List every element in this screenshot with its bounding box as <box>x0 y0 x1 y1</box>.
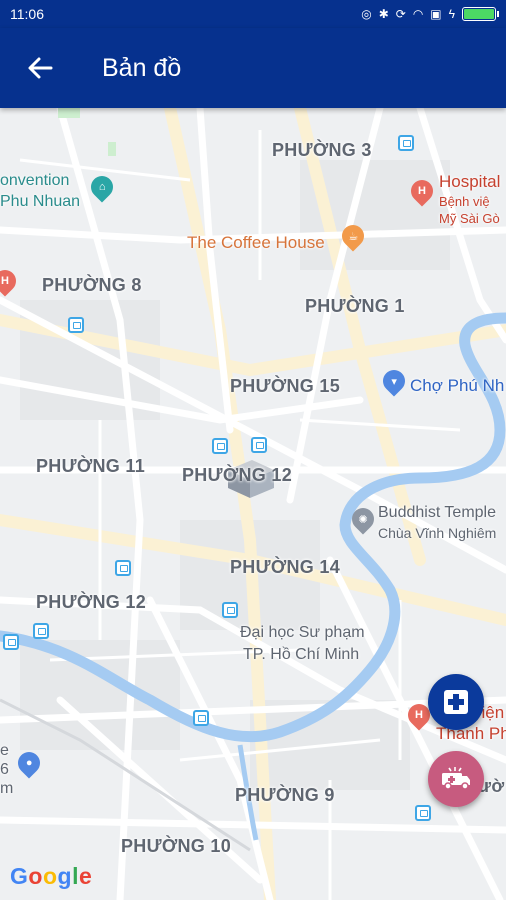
ward-label: PHƯỜNG 12 <box>182 465 293 485</box>
ward-label: PHƯỜNG 1 <box>305 296 405 316</box>
ward-label: PHƯỜNG 12 <box>36 592 147 612</box>
poi-label: 6 <box>0 761 9 778</box>
status-time: 11:06 <box>10 6 44 22</box>
poi-label: The Coffee House <box>187 233 325 252</box>
poi-label: e <box>0 742 9 759</box>
poi-label: Đại học Sư phạm <box>240 624 365 641</box>
charging-icon: ϟ <box>448 7 455 21</box>
bus-stop-icon[interactable] <box>222 602 238 618</box>
ward-label: PHƯỜNG 9 <box>235 785 335 805</box>
ward-label: PHƯỜNG 10 <box>121 836 232 856</box>
battery-icon <box>462 7 499 21</box>
bus-stop-icon[interactable] <box>193 710 209 726</box>
ward-label: PHƯỜNG 3 <box>272 140 372 160</box>
bus-stop-icon[interactable] <box>212 438 228 454</box>
bus-stop-icon[interactable] <box>3 634 19 650</box>
poi-label: Chợ Phú Nh <box>410 376 505 395</box>
poi-label: Phu Nhuan <box>0 193 81 210</box>
google-logo: Google <box>10 863 93 889</box>
bus-stop-icon[interactable] <box>415 805 431 821</box>
status-bar: 11:06 ◎ ✱ ⟳ ◠ ▣ ϟ <box>0 0 506 28</box>
arrow-back-icon <box>28 57 53 79</box>
sim-icon: ▣ <box>430 7 442 21</box>
app-bar: Bản đồ <box>0 28 506 108</box>
bus-stop-icon[interactable] <box>68 317 84 333</box>
bus-stop-icon[interactable] <box>398 135 414 151</box>
poi-label: m <box>0 780 14 797</box>
bus-stop-icon[interactable] <box>115 560 131 576</box>
ward-label: PHƯỜNG 15 <box>230 376 341 396</box>
page-title: Bản đồ <box>102 53 182 82</box>
back-button[interactable] <box>0 28 80 108</box>
poi-label: Buddhist Temple <box>378 504 496 521</box>
poi-label: Chùa Vĩnh Nghiêm <box>378 525 497 541</box>
bus-stop-icon[interactable] <box>33 623 49 639</box>
poi-label: Bệnh việ <box>439 194 490 209</box>
poi-label: Hospital <box>439 172 501 191</box>
ward-label: PHƯỜNG 8 <box>42 275 142 295</box>
hospital-plus-icon <box>444 690 468 714</box>
bluetooth-icon: ✱ <box>378 7 389 21</box>
sync-icon: ⟳ <box>395 7 406 21</box>
poi-label: TP. Hồ Chí Minh <box>243 646 360 663</box>
status-icons: ◎ ✱ ⟳ ◠ ▣ ϟ <box>361 7 499 21</box>
poi-label: Mỹ Sài Gò <box>439 211 500 226</box>
map-view[interactable]: ⌂ ☕ H H ▾ ✺ H ● PHƯỜNG 3 PHƯỜNG 8 PHƯỜNG… <box>0 108 506 900</box>
ward-label: PHƯỜNG 11 <box>36 456 146 476</box>
call-ambulance-button[interactable] <box>428 751 484 807</box>
alarm-icon: ◎ <box>361 7 372 21</box>
ward-label: PHƯỜNG 14 <box>230 557 341 577</box>
nearby-hospital-button[interactable] <box>428 674 484 730</box>
ambulance-icon <box>442 767 470 790</box>
bus-stop-icon[interactable] <box>251 437 267 453</box>
wifi-icon: ◠ <box>412 7 424 21</box>
poi-label: onvention <box>0 172 70 189</box>
